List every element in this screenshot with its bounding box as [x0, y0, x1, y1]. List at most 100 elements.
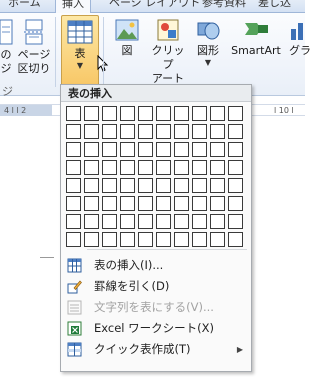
- menu-item-draw-table[interactable]: 罫線を引く(D): [63, 276, 249, 297]
- grid-cell[interactable]: [174, 106, 189, 121]
- grid-cell[interactable]: [210, 196, 225, 211]
- grid-cell[interactable]: [66, 106, 81, 121]
- grid-cell[interactable]: [174, 214, 189, 229]
- grid-cell[interactable]: [156, 106, 171, 121]
- grid-cell[interactable]: [192, 178, 207, 193]
- grid-cell[interactable]: [210, 160, 225, 175]
- grid-cell[interactable]: [174, 232, 189, 247]
- grid-cell[interactable]: [174, 196, 189, 211]
- grid-cell[interactable]: [66, 124, 81, 139]
- grid-cell[interactable]: [84, 196, 99, 211]
- smartart-button[interactable]: SmartArt: [228, 15, 284, 87]
- grid-cell[interactable]: [102, 142, 117, 157]
- table-button[interactable]: 表 ▼: [61, 15, 99, 87]
- grid-cell[interactable]: [66, 196, 81, 211]
- grid-cell[interactable]: [102, 106, 117, 121]
- tab-page-layout[interactable]: ページ レイアウト: [103, 0, 206, 12]
- grid-cell[interactable]: [84, 232, 99, 247]
- grid-cell[interactable]: [138, 106, 153, 121]
- grid-cell[interactable]: [102, 196, 117, 211]
- tab-insert[interactable]: 挿入: [55, 0, 91, 14]
- grid-cell[interactable]: [138, 160, 153, 175]
- grid-cell[interactable]: [156, 214, 171, 229]
- grid-cell[interactable]: [156, 178, 171, 193]
- page-partial-line2: ジ: [0, 62, 12, 75]
- grid-cell[interactable]: [228, 232, 243, 247]
- grid-cell[interactable]: [228, 106, 243, 121]
- grid-cell[interactable]: [228, 178, 243, 193]
- grid-cell[interactable]: [228, 124, 243, 139]
- grid-cell[interactable]: [138, 142, 153, 157]
- grid-cell[interactable]: [84, 106, 99, 121]
- grid-cell[interactable]: [192, 124, 207, 139]
- grid-cell[interactable]: [120, 160, 135, 175]
- grid-cell[interactable]: [210, 124, 225, 139]
- grid-cell[interactable]: [228, 196, 243, 211]
- grid-cell[interactable]: [210, 214, 225, 229]
- grid-cell[interactable]: [156, 232, 171, 247]
- grid-cell[interactable]: [66, 232, 81, 247]
- grid-cell[interactable]: [192, 232, 207, 247]
- page-partial-button[interactable]: の ジ: [0, 15, 16, 87]
- grid-cell[interactable]: [102, 160, 117, 175]
- grid-cell[interactable]: [66, 214, 81, 229]
- grid-cell[interactable]: [138, 124, 153, 139]
- page-break-button[interactable]: ページ 区切り: [16, 15, 52, 87]
- grid-cell[interactable]: [102, 214, 117, 229]
- grid-cell[interactable]: [174, 142, 189, 157]
- grid-cell[interactable]: [84, 178, 99, 193]
- shapes-button[interactable]: 図形 ▼: [192, 15, 224, 87]
- grid-cell[interactable]: [210, 106, 225, 121]
- grid-cell[interactable]: [102, 124, 117, 139]
- clip-art-button[interactable]: クリップ アート: [148, 15, 188, 87]
- grid-cell[interactable]: [120, 178, 135, 193]
- grid-cell[interactable]: [84, 160, 99, 175]
- grid-cell[interactable]: [210, 232, 225, 247]
- grid-cell[interactable]: [84, 214, 99, 229]
- grid-cell[interactable]: [138, 178, 153, 193]
- grid-cell[interactable]: [156, 124, 171, 139]
- tab-home[interactable]: ホーム: [2, 0, 47, 12]
- grid-cell[interactable]: [228, 160, 243, 175]
- table-size-grid[interactable]: [66, 106, 243, 247]
- grid-cell[interactable]: [84, 142, 99, 157]
- grid-cell[interactable]: [66, 160, 81, 175]
- grid-cell[interactable]: [192, 196, 207, 211]
- menu-item-convert-text-to-table[interactable]: 文字列を表にする(V)...: [63, 297, 249, 318]
- grid-cell[interactable]: [156, 142, 171, 157]
- grid-cell[interactable]: [210, 142, 225, 157]
- tab-mailings[interactable]: 差し込: [252, 0, 297, 12]
- grid-cell[interactable]: [84, 124, 99, 139]
- grid-cell[interactable]: [174, 160, 189, 175]
- menu-item-quick-tables[interactable]: クイック表作成(T) ▶: [63, 339, 249, 360]
- grid-cell[interactable]: [192, 160, 207, 175]
- grid-cell[interactable]: [138, 214, 153, 229]
- grid-cell[interactable]: [66, 178, 81, 193]
- grid-cell[interactable]: [138, 232, 153, 247]
- grid-cell[interactable]: [102, 232, 117, 247]
- chart-button[interactable]: グラ: [287, 15, 313, 87]
- grid-cell[interactable]: [192, 106, 207, 121]
- grid-cell[interactable]: [210, 178, 225, 193]
- grid-cell[interactable]: [192, 214, 207, 229]
- grid-cell[interactable]: [66, 142, 81, 157]
- grid-cell[interactable]: [228, 214, 243, 229]
- grid-cell[interactable]: [120, 106, 135, 121]
- grid-cell[interactable]: [156, 160, 171, 175]
- grid-cell[interactable]: [120, 142, 135, 157]
- grid-cell[interactable]: [156, 196, 171, 211]
- grid-cell[interactable]: [174, 124, 189, 139]
- menu-item-excel-worksheet[interactable]: Excel ワークシート(X): [63, 318, 249, 339]
- menu-item-insert-table[interactable]: 表の挿入(I)...: [63, 255, 249, 276]
- grid-cell[interactable]: [120, 214, 135, 229]
- grid-cell[interactable]: [174, 178, 189, 193]
- grid-cell[interactable]: [120, 232, 135, 247]
- grid-cell[interactable]: [138, 196, 153, 211]
- grid-cell[interactable]: [102, 178, 117, 193]
- grid-cell[interactable]: [120, 124, 135, 139]
- tab-references[interactable]: 参考資料: [196, 0, 252, 12]
- grid-cell[interactable]: [120, 196, 135, 211]
- grid-cell[interactable]: [192, 142, 207, 157]
- picture-button[interactable]: 図: [113, 15, 141, 87]
- grid-cell[interactable]: [228, 142, 243, 157]
